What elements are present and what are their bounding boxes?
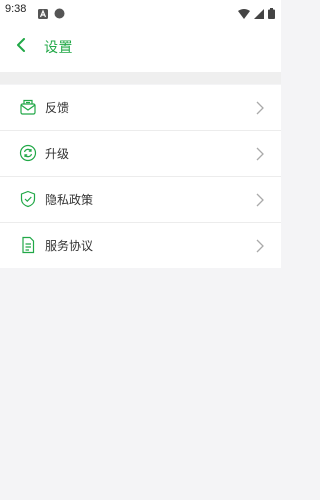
status-time: 9:38 — [5, 3, 27, 15]
app-header: 设置 — [0, 20, 281, 72]
settings-item-service-agreement[interactable]: 服务协议 — [0, 223, 281, 268]
document-icon — [19, 236, 37, 254]
settings-item-label: 隐私政策 — [45, 193, 94, 207]
settings-list: 反馈 升级 隐私政策 服务协议 — [0, 85, 281, 268]
back-button[interactable] — [10, 35, 32, 57]
settings-item-privacy-policy[interactable]: 隐私政策 — [0, 177, 281, 223]
chevron-right-icon — [255, 100, 265, 115]
settings-item-label: 服务协议 — [45, 239, 94, 253]
status-bar: 9:38 — [0, 0, 281, 20]
shield-check-icon — [19, 190, 37, 208]
settings-item-upgrade[interactable]: 升级 — [0, 131, 281, 177]
chevron-right-icon — [255, 238, 265, 253]
settings-item-label: 升级 — [45, 147, 70, 161]
settings-item-feedback[interactable]: 反馈 — [0, 85, 281, 131]
section-divider — [0, 72, 281, 84]
chevron-right-icon — [255, 192, 265, 207]
chevron-left-icon — [16, 37, 26, 56]
settings-item-label: 反馈 — [45, 101, 70, 115]
refresh-upgrade-icon — [19, 144, 37, 162]
page-title: 设置 — [44, 40, 73, 56]
feedback-mail-icon — [19, 98, 37, 116]
chevron-right-icon — [255, 146, 265, 161]
